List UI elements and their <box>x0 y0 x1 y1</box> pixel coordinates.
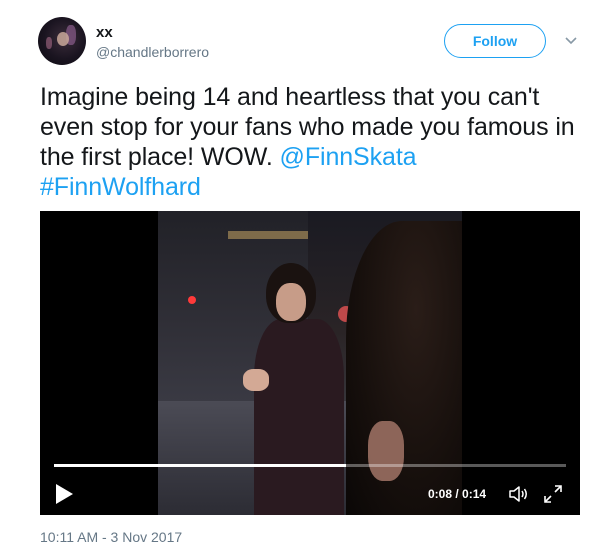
video-scene <box>368 421 404 481</box>
follow-button[interactable]: Follow <box>444 24 546 58</box>
video-progress-bar[interactable] <box>54 464 566 467</box>
avatar[interactable] <box>38 17 86 65</box>
video-scene <box>346 221 462 515</box>
video-scene <box>243 369 269 391</box>
chevron-down-icon[interactable] <box>564 34 578 48</box>
video-progress-fill <box>54 464 346 467</box>
tweet-text: Imagine being 14 and heartless that you … <box>40 82 585 202</box>
video-player[interactable]: 0:08 / 0:14 <box>40 211 580 515</box>
video-scene <box>254 319 344 515</box>
avatar-detail <box>57 32 69 46</box>
video-scene <box>276 283 306 321</box>
volume-icon[interactable] <box>508 484 530 504</box>
display-name[interactable]: xx <box>96 24 113 41</box>
tweet-card: xx @chandlerborrero Follow Imagine being… <box>0 0 600 556</box>
video-scene <box>188 296 196 304</box>
avatar-detail <box>46 37 52 49</box>
screen-name[interactable]: @chandlerborrero <box>96 44 209 60</box>
video-scene <box>228 231 308 239</box>
hashtag-link[interactable]: #FinnWolfhard <box>40 173 201 201</box>
video-time: 0:08 / 0:14 <box>428 487 487 501</box>
mention-link[interactable]: @FinnSkata <box>280 143 417 171</box>
tweet-timestamp[interactable]: 10:11 AM - 3 Nov 2017 <box>40 529 182 545</box>
video-frame <box>158 211 462 515</box>
play-icon[interactable] <box>54 483 74 505</box>
fullscreen-icon[interactable] <box>542 483 564 505</box>
